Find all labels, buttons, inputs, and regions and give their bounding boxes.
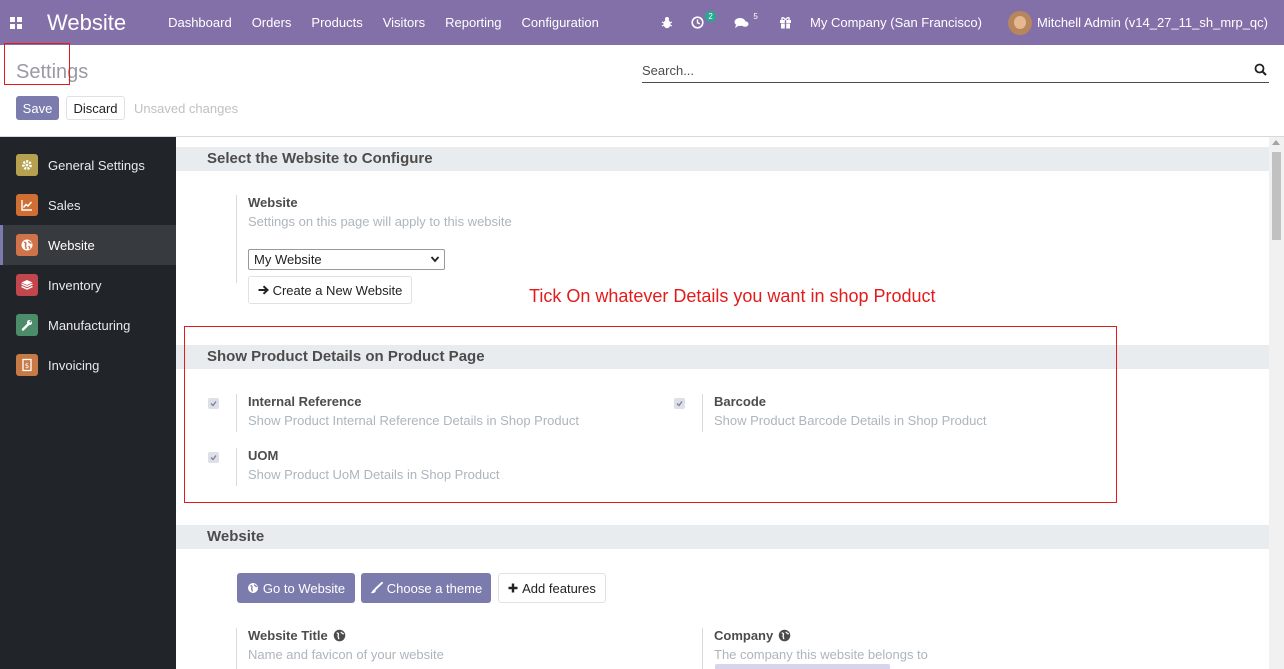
company-switcher[interactable]: My Company (San Francisco): [810, 15, 982, 30]
sidebar-item-invoicing[interactable]: $ Invoicing: [0, 345, 176, 385]
scrollbar[interactable]: [1269, 137, 1284, 669]
sidebar-item-sales[interactable]: Sales: [0, 185, 176, 225]
menu-configuration[interactable]: Configuration: [512, 0, 609, 45]
messages-chat-icon[interactable]: 5: [734, 12, 761, 29]
gear-icon: [16, 154, 38, 176]
menu-reporting[interactable]: Reporting: [435, 0, 511, 45]
choose-theme-label: Choose a theme: [386, 580, 483, 596]
highlight-box: [184, 326, 1117, 503]
app-brand[interactable]: Website: [47, 10, 126, 36]
paint-brush-icon: [370, 582, 383, 594]
user-name: Mitchell Admin (v14_27_11_sh_mrp_qc): [1037, 15, 1268, 30]
apps-menu-icon[interactable]: [0, 0, 32, 45]
settings-sidebar: General Settings Sales Website Inventory…: [0, 137, 176, 669]
sidebar-item-manufacturing[interactable]: Manufacturing: [0, 305, 176, 345]
save-button[interactable]: Save: [16, 96, 59, 120]
add-features-button[interactable]: Add features: [498, 573, 606, 603]
go-to-website-label: Go to Website: [262, 580, 346, 596]
globe-icon: [16, 234, 38, 256]
add-features-label: Add features: [522, 580, 596, 596]
menu-products[interactable]: Products: [301, 0, 372, 45]
activity-clock-icon[interactable]: 2: [691, 11, 717, 29]
website-select-value: My Website: [254, 252, 322, 267]
menu-orders[interactable]: Orders: [242, 0, 302, 45]
annotation-text: Tick On whatever Details you want in sho…: [529, 286, 936, 306]
top-navbar: Website Dashboard Orders Products Visito…: [0, 0, 1284, 45]
company-desc: The company this website belongs to: [714, 647, 928, 662]
website-field-desc: Settings on this page will apply to this…: [248, 214, 512, 229]
section-heading-select-website: Select the Website to Configure: [176, 147, 1269, 171]
control-panel: Settings Save Discard Unsaved changes: [0, 45, 1284, 137]
website-select[interactable]: My Website: [248, 249, 445, 270]
website-title-desc: Name and favicon of your website: [248, 647, 444, 662]
save-highlight-box: [4, 43, 70, 85]
sidebar-item-website[interactable]: Website: [0, 225, 176, 265]
scrollbar-thumb[interactable]: [1272, 152, 1281, 240]
create-website-button[interactable]: Create a New Website: [248, 276, 412, 304]
search-input[interactable]: [642, 58, 1232, 82]
globe-icon: [247, 583, 258, 593]
globe-icon: [333, 629, 345, 642]
main-menu: Dashboard Orders Products Visitors Repor…: [158, 0, 609, 45]
sidebar-item-general-settings[interactable]: General Settings: [0, 145, 176, 185]
chart-icon: [16, 194, 38, 216]
bug-icon[interactable]: [661, 16, 673, 29]
scroll-up-arrow-icon[interactable]: [1272, 140, 1280, 145]
choose-theme-button[interactable]: Choose a theme: [361, 573, 491, 603]
globe-icon: [778, 629, 791, 642]
sidebar-item-label: Manufacturing: [48, 317, 131, 333]
go-to-website-button[interactable]: Go to Website: [237, 573, 355, 603]
menu-dashboard[interactable]: Dashboard: [158, 0, 242, 45]
website-field-title: Website: [248, 195, 298, 210]
sidebar-item-label: Invoicing: [48, 357, 100, 373]
unsaved-changes-status: Unsaved changes: [134, 101, 239, 116]
navbar-systray: 2 5 My Company (San Francisco) Mitchell …: [661, 0, 1284, 45]
sidebar-item-label: Inventory: [48, 277, 102, 293]
invoice-icon: $: [16, 354, 38, 376]
website-title-title: Website Title: [248, 628, 444, 643]
section-heading-website: Website: [176, 525, 1269, 549]
sidebar-item-label: General Settings: [48, 157, 145, 173]
search-icon[interactable]: [1254, 63, 1267, 76]
user-menu[interactable]: Mitchell Admin (v14_27_11_sh_mrp_qc): [1008, 10, 1268, 35]
svg-text:$: $: [25, 362, 29, 370]
chevron-down-icon: [430, 256, 440, 263]
sidebar-item-inventory[interactable]: Inventory: [0, 265, 176, 305]
discard-button[interactable]: Discard: [66, 96, 125, 120]
avatar: [1008, 10, 1032, 35]
activity-count-badge: 2: [705, 11, 717, 22]
wrench-icon: [16, 314, 38, 336]
create-website-label: Create a New Website: [272, 282, 403, 298]
search-bar: [642, 58, 1269, 83]
company-title: Company: [714, 628, 928, 643]
website-title-setting: Website Title Name and favicon of your w…: [236, 628, 444, 669]
arrow-right-icon: [258, 285, 269, 295]
messages-count-badge: 5: [753, 12, 758, 21]
box-icon: [16, 274, 38, 296]
plus-icon: [508, 583, 518, 593]
company-field[interactable]: [715, 664, 890, 669]
menu-visitors[interactable]: Visitors: [373, 0, 435, 45]
company-setting: Company The company this website belongs…: [702, 628, 928, 669]
sidebar-item-label: Website: [48, 237, 95, 253]
gift-icon[interactable]: [779, 16, 792, 29]
settings-content: Select the Website to Configure Website …: [176, 137, 1269, 669]
sidebar-item-label: Sales: [48, 197, 81, 213]
